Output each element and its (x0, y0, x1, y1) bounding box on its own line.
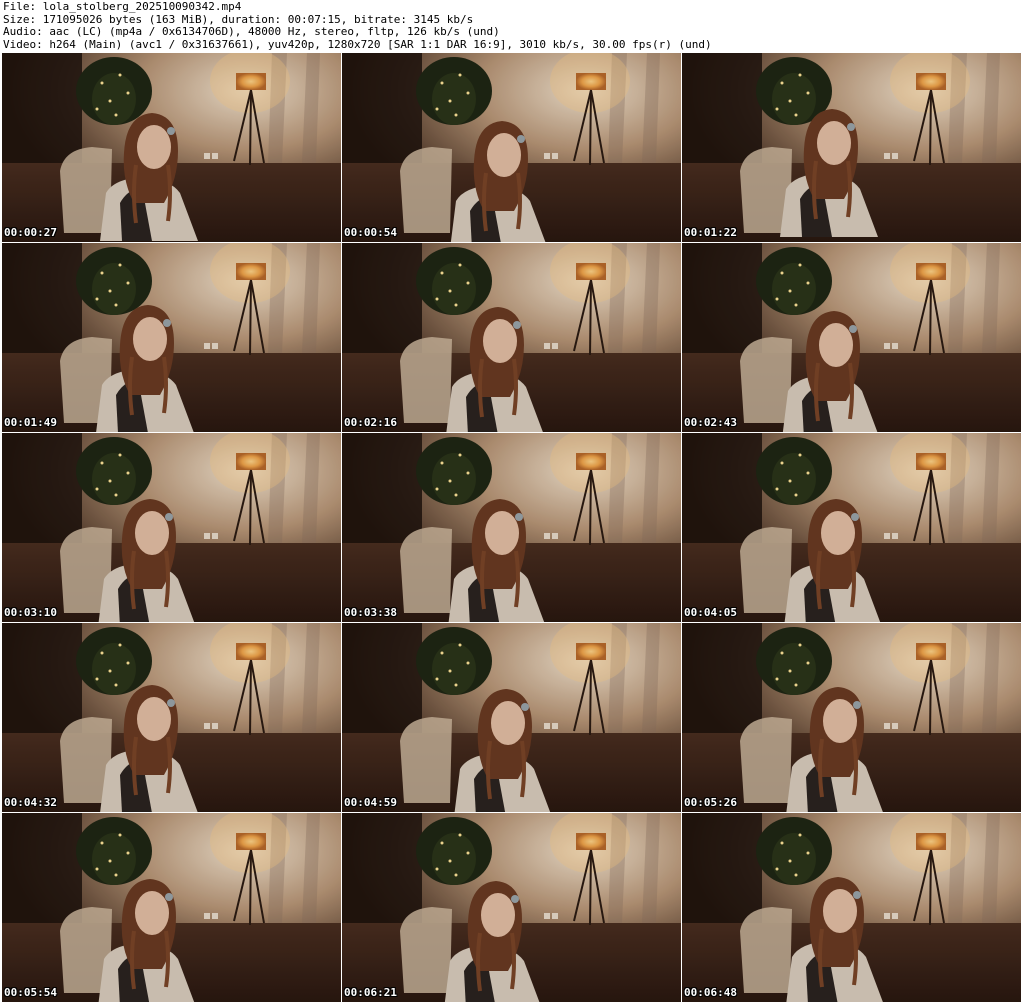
thumbnail-timestamp: 00:04:32 (4, 796, 57, 809)
video-thumbnail[interactable]: 00:05:26 (682, 623, 1021, 812)
frame-image (2, 53, 341, 242)
video-thumbnail[interactable]: 00:04:32 (2, 623, 341, 812)
audio-info-line: Audio: aac (LC) (mp4a / 0x6134706D), 480… (3, 26, 500, 38)
video-thumbnail[interactable]: 00:02:43 (682, 243, 1021, 432)
frame-image (682, 813, 1021, 1002)
thumbnail-grid: 00:00:27 00:00:54 00:01:22 00:01:49 00:0… (2, 53, 1022, 1003)
thumbnail-timestamp: 00:04:59 (344, 796, 397, 809)
thumbnail-timestamp: 00:01:49 (4, 416, 57, 429)
frame-image (342, 813, 681, 1002)
frame-image (342, 243, 681, 432)
thumbnail-timestamp: 00:03:10 (4, 606, 57, 619)
frame-image (2, 433, 341, 622)
thumbnail-timestamp: 00:01:22 (684, 226, 737, 239)
thumbnail-timestamp: 00:06:21 (344, 986, 397, 999)
video-thumbnail[interactable]: 00:00:27 (2, 53, 341, 242)
frame-image (682, 243, 1021, 432)
video-thumbnail[interactable]: 00:01:49 (2, 243, 341, 432)
file-size-line: Size: 171095026 bytes (163 MiB), duratio… (3, 13, 474, 26)
frame-image (682, 433, 1021, 622)
thumbnail-timestamp: 00:02:43 (684, 416, 737, 429)
thumbnail-timestamp: 00:05:54 (4, 986, 57, 999)
video-thumbnail[interactable]: 00:06:48 (682, 813, 1021, 1002)
file-name-line: File: lola_stolberg_202510090342.mp4 (3, 1, 242, 13)
frame-image (2, 813, 341, 1002)
thumbnail-timestamp: 00:00:27 (4, 226, 57, 239)
frame-image (2, 623, 341, 812)
thumbnail-timestamp: 00:06:48 (684, 986, 737, 999)
file-info-header: File: lola_stolberg_202510090342.mp4 Siz… (3, 1, 1021, 51)
video-thumbnail[interactable]: 00:03:38 (342, 433, 681, 622)
video-thumbnail[interactable]: 00:06:21 (342, 813, 681, 1002)
frame-image (342, 623, 681, 812)
frame-image (342, 53, 681, 242)
video-thumbnail[interactable]: 00:01:22 (682, 53, 1021, 242)
video-thumbnail[interactable]: 00:04:05 (682, 433, 1021, 622)
frame-image (2, 243, 341, 432)
frame-image (682, 53, 1021, 242)
video-info-line: Video: h264 (Main) (avc1 / 0x31637661), … (3, 38, 712, 51)
frame-image (682, 623, 1021, 812)
frame-image (342, 433, 681, 622)
video-thumbnail[interactable]: 00:04:59 (342, 623, 681, 812)
video-thumbnail[interactable]: 00:05:54 (2, 813, 341, 1002)
thumbnail-timestamp: 00:04:05 (684, 606, 737, 619)
video-thumbnail[interactable]: 00:02:16 (342, 243, 681, 432)
thumbnail-timestamp: 00:05:26 (684, 796, 737, 809)
video-thumbnail[interactable]: 00:00:54 (342, 53, 681, 242)
thumbnail-timestamp: 00:03:38 (344, 606, 397, 619)
thumbnail-timestamp: 00:00:54 (344, 226, 397, 239)
video-thumbnail[interactable]: 00:03:10 (2, 433, 341, 622)
thumbnail-timestamp: 00:02:16 (344, 416, 397, 429)
